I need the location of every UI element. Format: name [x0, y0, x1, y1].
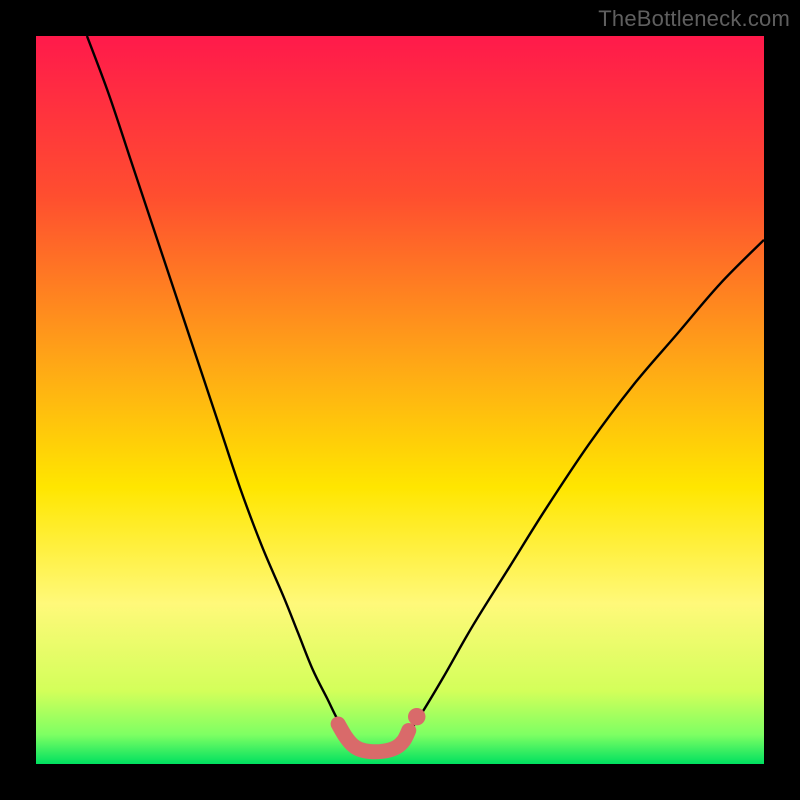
- chart-frame: TheBottleneck.com: [0, 0, 800, 800]
- dot-right: [408, 708, 425, 725]
- chart-svg: [36, 36, 764, 764]
- plot-area: [36, 36, 764, 764]
- watermark-text: TheBottleneck.com: [598, 6, 790, 32]
- marker-layer: [408, 708, 425, 725]
- gradient-background: [36, 36, 764, 764]
